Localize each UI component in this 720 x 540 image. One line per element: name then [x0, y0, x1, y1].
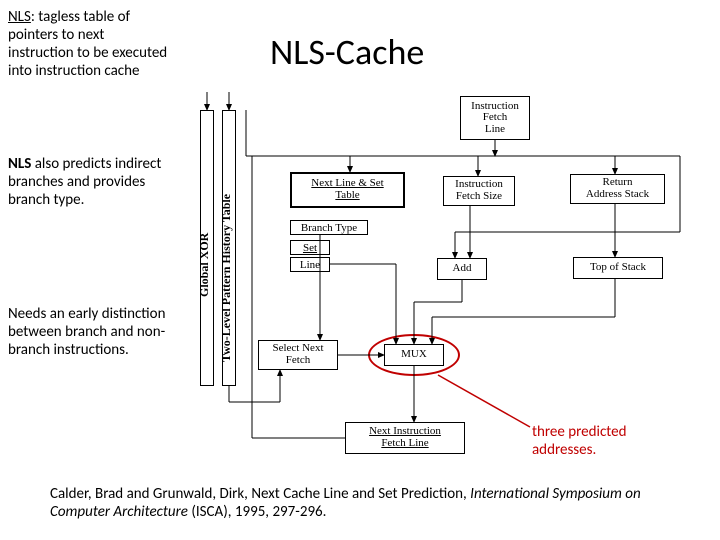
note-early-distinction: Needs an early distinction between branc… [8, 305, 183, 359]
citation-tail: , 1995, 297-296. [228, 503, 327, 521]
page-title: NLS-Cache [270, 30, 424, 74]
diagram: Global XOR Two-Level Pattern History Tab… [200, 92, 690, 457]
note-mid-prefix: NLS [8, 155, 31, 173]
citation-authors: Calder, Brad and Grunwald, Dirk, Next Ca… [50, 485, 470, 503]
citation-venue-abbr: (ISCA) [188, 503, 228, 521]
citation: Calder, Brad and Grunwald, Dirk, Next Ca… [50, 485, 680, 523]
diagram-wires [200, 92, 690, 457]
note-nls-text: : tagless table of pointers to next inst… [8, 8, 167, 80]
note-nls-definition: NLS: tagless table of pointers to next i… [8, 8, 173, 80]
note-nls-predicts: NLS also predicts indirect branches and … [8, 155, 168, 209]
note-nls-abbrev: NLS [8, 8, 31, 26]
note-mid-text: also predicts indirect branches and prov… [8, 155, 161, 209]
